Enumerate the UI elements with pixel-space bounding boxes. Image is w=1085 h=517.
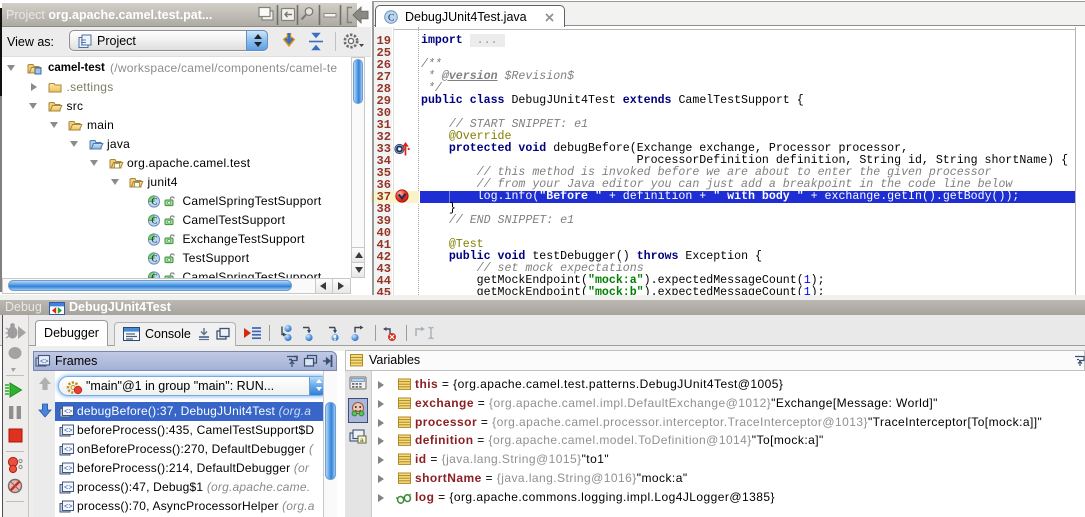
svg-text:C: C <box>388 14 394 24</box>
svg-text:a: a <box>360 437 364 444</box>
svg-text:<>: <> <box>40 358 48 366</box>
